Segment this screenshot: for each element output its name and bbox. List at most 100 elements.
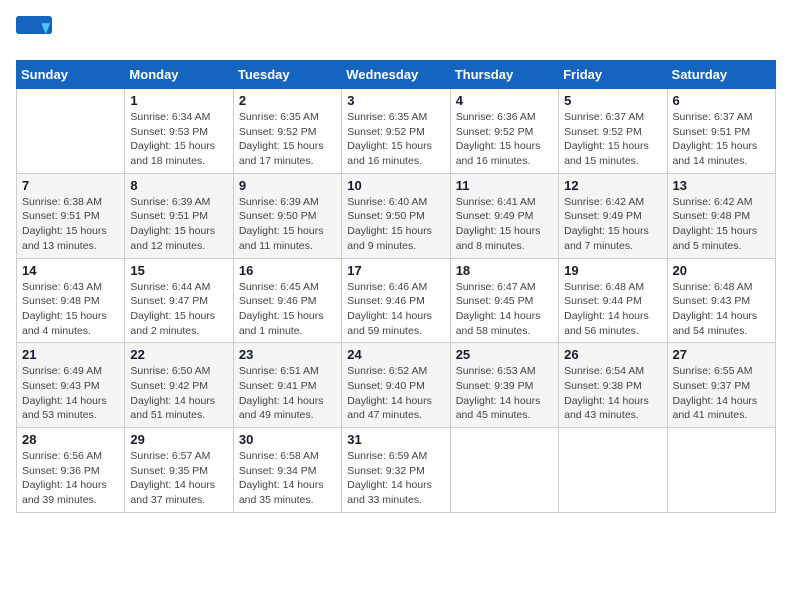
day-info: Sunrise: 6:37 AMSunset: 9:51 PMDaylight:… [673, 110, 770, 169]
day-number: 3 [347, 93, 444, 108]
calendar-header: SundayMondayTuesdayWednesdayThursdayFrid… [17, 61, 776, 89]
day-number: 13 [673, 178, 770, 193]
calendar-cell: 29 Sunrise: 6:57 AMSunset: 9:35 PMDayligh… [125, 428, 233, 513]
day-number: 17 [347, 263, 444, 278]
calendar-cell: 2Sunrise: 6:35 AMSunset: 9:52 PMDaylight… [233, 89, 341, 174]
weekday-header-tuesday: Tuesday [233, 61, 341, 89]
day-info: Sunrise: 6:48 AMSunset: 9:43 PMDaylight:… [673, 280, 770, 339]
calendar-cell: 13 Sunrise: 6:42 AMSunset: 9:48 PMDayligh… [667, 173, 775, 258]
day-info: Sunrise: 6:42 AMSunset: 9:48 PMDaylight:… [673, 195, 770, 254]
calendar-body: 1 Sunrise: 6:34 AMSunset: 9:53 PMDaylight… [17, 89, 776, 513]
calendar-cell: 17 Sunrise: 6:46 AMSunset: 9:46 PMDayligh… [342, 258, 450, 343]
day-number: 9 [239, 178, 336, 193]
week-row-0: 1 Sunrise: 6:34 AMSunset: 9:53 PMDaylight… [17, 89, 776, 174]
calendar-cell: 30 Sunrise: 6:58 AMSunset: 9:34 PMDayligh… [233, 428, 341, 513]
calendar-cell: 1 Sunrise: 6:34 AMSunset: 9:53 PMDaylight… [125, 89, 233, 174]
day-number: 24 [347, 347, 444, 362]
weekday-row: SundayMondayTuesdayWednesdayThursdayFrid… [17, 61, 776, 89]
day-info: Sunrise: 6:34 AMSunset: 9:53 PMDaylight:… [130, 110, 227, 169]
calendar-cell: 24Sunrise: 6:52 AMSunset: 9:40 PMDayligh… [342, 343, 450, 428]
day-info: Sunrise: 6:51 AMSunset: 9:41 PMDaylight:… [239, 364, 336, 423]
week-row-1: 7 Sunrise: 6:38 AMSunset: 9:51 PMDaylight… [17, 173, 776, 258]
day-info: Sunrise: 6:43 AMSunset: 9:48 PMDaylight:… [22, 280, 119, 339]
calendar-cell: 19Sunrise: 6:48 AMSunset: 9:44 PMDayligh… [559, 258, 667, 343]
calendar-cell: 14 Sunrise: 6:43 AMSunset: 9:48 PMDayligh… [17, 258, 125, 343]
weekday-header-friday: Friday [559, 61, 667, 89]
day-number: 11 [456, 178, 553, 193]
day-number: 31 [347, 432, 444, 447]
calendar-cell [559, 428, 667, 513]
day-number: 6 [673, 93, 770, 108]
day-number: 26 [564, 347, 661, 362]
calendar-cell: 20Sunrise: 6:48 AMSunset: 9:43 PMDayligh… [667, 258, 775, 343]
day-info: Sunrise: 6:45 AMSunset: 9:46 PMDaylight:… [239, 280, 336, 339]
day-info: Sunrise: 6:36 AMSunset: 9:52 PMDaylight:… [456, 110, 553, 169]
calendar-cell: 27 Sunrise: 6:55 AMSunset: 9:37 PMDayligh… [667, 343, 775, 428]
day-number: 18 [456, 263, 553, 278]
day-info: Sunrise: 6:54 AMSunset: 9:38 PMDaylight:… [564, 364, 661, 423]
weekday-header-saturday: Saturday [667, 61, 775, 89]
calendar-cell: 16 Sunrise: 6:45 AMSunset: 9:46 PMDayligh… [233, 258, 341, 343]
day-number: 12 [564, 178, 661, 193]
day-number: 29 [130, 432, 227, 447]
calendar-cell: 15Sunrise: 6:44 AMSunset: 9:47 PMDayligh… [125, 258, 233, 343]
day-number: 10 [347, 178, 444, 193]
calendar-cell: 21 Sunrise: 6:49 AMSunset: 9:43 PMDayligh… [17, 343, 125, 428]
day-info: Sunrise: 6:40 AMSunset: 9:50 PMDaylight:… [347, 195, 444, 254]
day-info: Sunrise: 6:58 AMSunset: 9:34 PMDaylight:… [239, 449, 336, 508]
calendar-table: SundayMondayTuesdayWednesdayThursdayFrid… [16, 60, 776, 513]
calendar-cell: 11Sunrise: 6:41 AMSunset: 9:49 PMDayligh… [450, 173, 558, 258]
day-info: Sunrise: 6:50 AMSunset: 9:42 PMDaylight:… [130, 364, 227, 423]
calendar-cell: 6 Sunrise: 6:37 AMSunset: 9:51 PMDaylight… [667, 89, 775, 174]
weekday-header-thursday: Thursday [450, 61, 558, 89]
day-info: Sunrise: 6:55 AMSunset: 9:37 PMDaylight:… [673, 364, 770, 423]
day-info: Sunrise: 6:38 AMSunset: 9:51 PMDaylight:… [22, 195, 119, 254]
calendar-cell: 18 Sunrise: 6:47 AMSunset: 9:45 PMDayligh… [450, 258, 558, 343]
day-number: 22 [130, 347, 227, 362]
day-info: Sunrise: 6:46 AMSunset: 9:46 PMDaylight:… [347, 280, 444, 339]
week-row-3: 21 Sunrise: 6:49 AMSunset: 9:43 PMDayligh… [17, 343, 776, 428]
day-number: 25 [456, 347, 553, 362]
weekday-header-sunday: Sunday [17, 61, 125, 89]
logo-icon [16, 16, 52, 52]
day-number: 7 [22, 178, 119, 193]
day-info: Sunrise: 6:59 AMSunset: 9:32 PMDaylight:… [347, 449, 444, 508]
calendar-cell: 12 Sunrise: 6:42 AMSunset: 9:49 PMDayligh… [559, 173, 667, 258]
day-number: 27 [673, 347, 770, 362]
calendar-cell: 7 Sunrise: 6:38 AMSunset: 9:51 PMDaylight… [17, 173, 125, 258]
logo [16, 16, 56, 52]
day-number: 28 [22, 432, 119, 447]
day-info: Sunrise: 6:39 AMSunset: 9:51 PMDaylight:… [130, 195, 227, 254]
day-info: Sunrise: 6:49 AMSunset: 9:43 PMDaylight:… [22, 364, 119, 423]
week-row-2: 14 Sunrise: 6:43 AMSunset: 9:48 PMDayligh… [17, 258, 776, 343]
day-number: 14 [22, 263, 119, 278]
day-info: Sunrise: 6:42 AMSunset: 9:49 PMDaylight:… [564, 195, 661, 254]
calendar-cell: 5 Sunrise: 6:37 AMSunset: 9:52 PMDaylight… [559, 89, 667, 174]
calendar-cell [17, 89, 125, 174]
day-number: 16 [239, 263, 336, 278]
calendar-cell: 8 Sunrise: 6:39 AMSunset: 9:51 PMDaylight… [125, 173, 233, 258]
calendar-cell: 28 Sunrise: 6:56 AMSunset: 9:36 PMDayligh… [17, 428, 125, 513]
day-number: 5 [564, 93, 661, 108]
day-number: 8 [130, 178, 227, 193]
day-info: Sunrise: 6:56 AMSunset: 9:36 PMDaylight:… [22, 449, 119, 508]
weekday-header-monday: Monday [125, 61, 233, 89]
day-number: 4 [456, 93, 553, 108]
calendar-cell: 4 Sunrise: 6:36 AMSunset: 9:52 PMDaylight… [450, 89, 558, 174]
weekday-header-wednesday: Wednesday [342, 61, 450, 89]
day-info: Sunrise: 6:35 AMSunset: 9:52 PMDaylight:… [347, 110, 444, 169]
calendar-cell [450, 428, 558, 513]
day-info: Sunrise: 6:37 AMSunset: 9:52 PMDaylight:… [564, 110, 661, 169]
calendar-cell: 31 Sunrise: 6:59 AMSunset: 9:32 PMDayligh… [342, 428, 450, 513]
calendar-cell: 26 Sunrise: 6:54 AMSunset: 9:38 PMDayligh… [559, 343, 667, 428]
day-number: 21 [22, 347, 119, 362]
day-info: Sunrise: 6:47 AMSunset: 9:45 PMDaylight:… [456, 280, 553, 339]
header [16, 16, 776, 52]
calendar-cell: 22 Sunrise: 6:50 AMSunset: 9:42 PMDayligh… [125, 343, 233, 428]
calendar-cell: 25 Sunrise: 6:53 AMSunset: 9:39 PMDayligh… [450, 343, 558, 428]
day-number: 1 [130, 93, 227, 108]
day-number: 15 [130, 263, 227, 278]
day-info: Sunrise: 6:57 AMSunset: 9:35 PMDaylight:… [130, 449, 227, 508]
day-number: 30 [239, 432, 336, 447]
day-info: Sunrise: 6:53 AMSunset: 9:39 PMDaylight:… [456, 364, 553, 423]
